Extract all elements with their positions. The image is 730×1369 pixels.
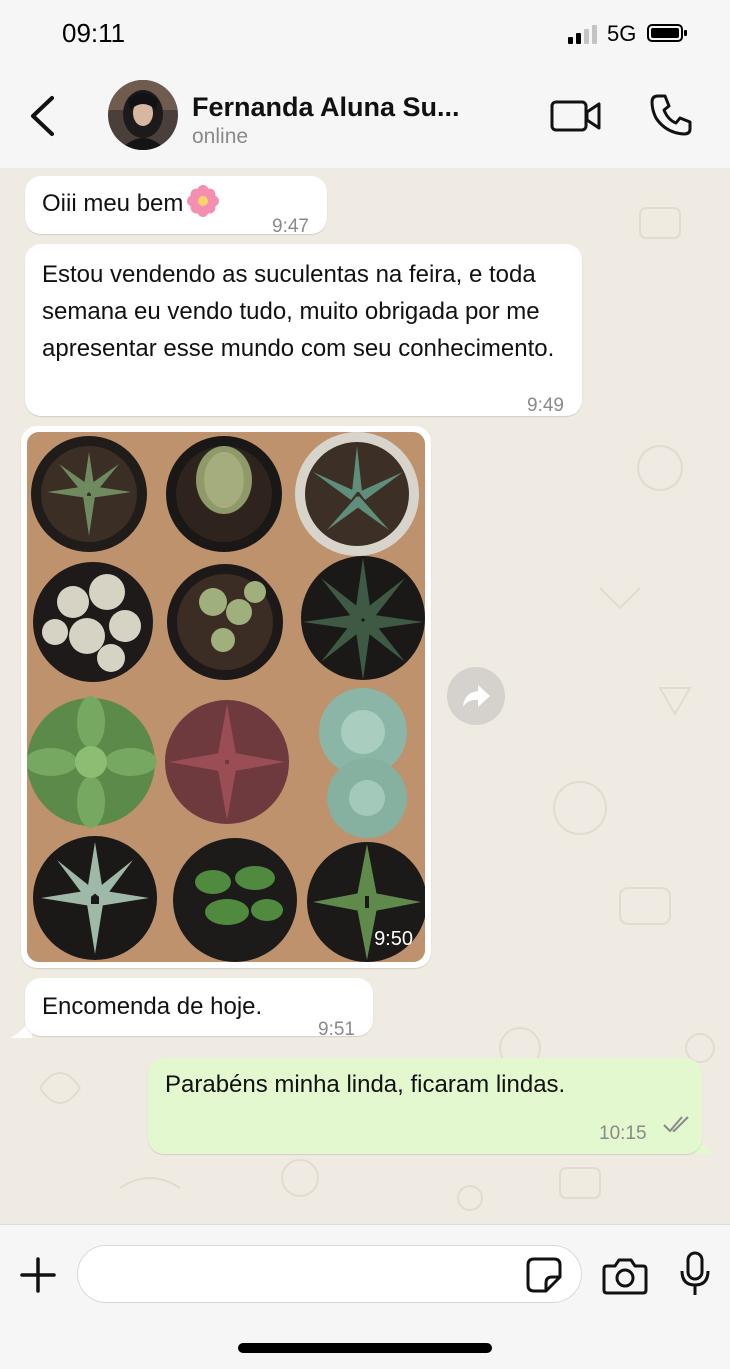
image-message[interactable]: 9:50 (21, 426, 431, 968)
message-bubble[interactable]: Estou vendendo as suculentas na feira, e… (25, 244, 582, 416)
plus-icon[interactable] (18, 1255, 58, 1295)
message-time: 10:15 (599, 1123, 647, 1144)
read-ticks-icon (663, 1116, 689, 1133)
message-time: 9:50 (374, 928, 413, 950)
sticker-icon[interactable] (524, 1255, 564, 1295)
avatar[interactable] (108, 80, 178, 150)
network-label: 5G (607, 21, 637, 46)
home-indicator (238, 1343, 492, 1353)
contact-status: online (192, 125, 249, 148)
status-bar: 09:11 5G (0, 0, 730, 70)
message-text: Oiii meu bem (42, 185, 220, 222)
message-time: 9:49 (527, 395, 564, 416)
back-arrow-icon[interactable] (24, 92, 64, 140)
chat-area[interactable]: Oiii meu bem 9:47 Estou vendendo as sucu… (0, 168, 730, 1224)
battery-icon (647, 24, 687, 42)
phone-call-icon[interactable] (648, 92, 694, 138)
message-time: 9:47 (272, 216, 309, 237)
camera-icon[interactable] (602, 1257, 648, 1295)
message-text: Encomenda de hoje. (42, 993, 263, 1020)
message-text: Estou vendendo as suculentas na feira, e… (42, 261, 555, 362)
pink-flower-emoji (187, 185, 220, 217)
signal-icon (568, 24, 597, 44)
message-input[interactable] (77, 1245, 582, 1303)
chat-header: Fernanda Aluna Su... online (0, 70, 730, 169)
message-text: Parabéns minha linda, ficaram lindas. (165, 1071, 566, 1098)
status-time: 09:11 (62, 18, 126, 48)
video-call-icon[interactable] (550, 96, 602, 136)
message-bubble[interactable]: Oiii meu bem 9:47 (25, 176, 327, 237)
mic-icon[interactable] (678, 1251, 712, 1297)
message-time: 9:51 (318, 1019, 355, 1040)
contact-name[interactable]: Fernanda Aluna Su... (192, 92, 460, 123)
message-bubble[interactable]: Encomenda de hoje. 9:51 (25, 978, 373, 1040)
composer-bar (0, 1224, 730, 1369)
message-bubble-outgoing[interactable]: Parabéns minha linda, ficaram lindas. 10… (148, 1058, 702, 1154)
succulents-photo[interactable] (27, 432, 425, 962)
forward-icon[interactable] (447, 667, 505, 725)
